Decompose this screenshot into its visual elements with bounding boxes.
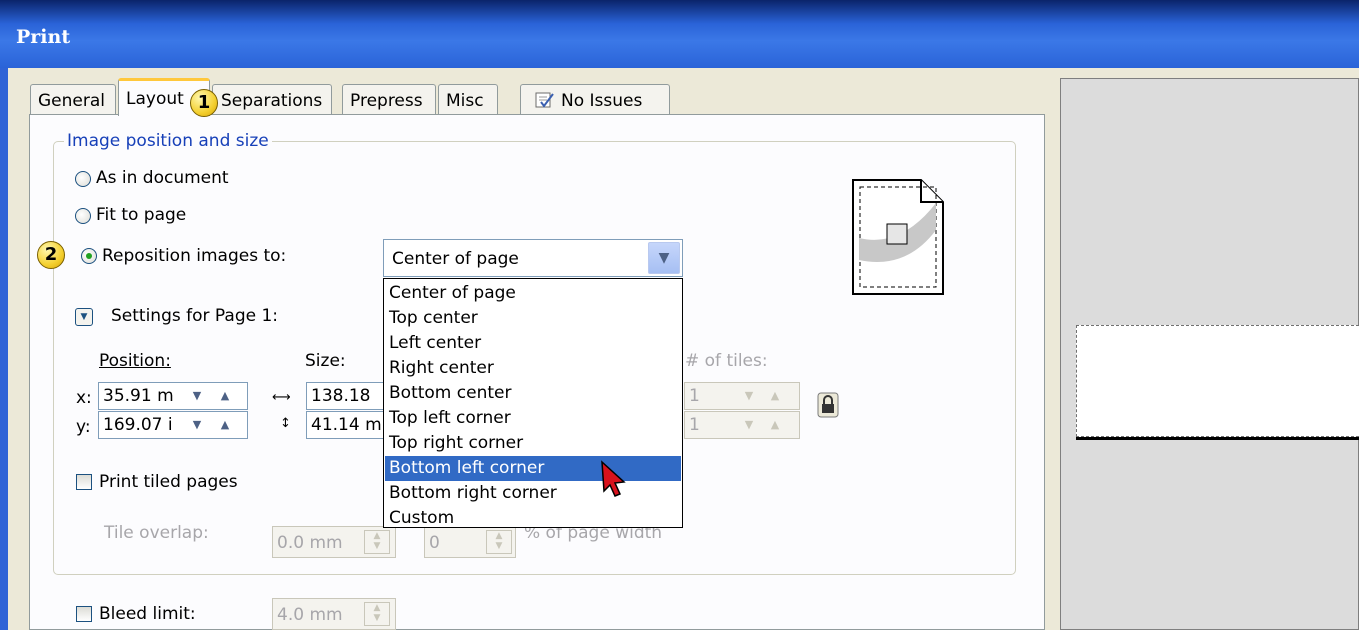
tab-misc[interactable]: Misc: [438, 84, 498, 114]
y-label: y:: [76, 417, 91, 437]
tiles-x-down-icon[interactable]: ▼: [738, 386, 760, 406]
as-in-document-label: As in document: [96, 168, 229, 188]
tile-overlap-label: Tile overlap:: [104, 523, 209, 543]
bleed-limit-checkbox[interactable]: [76, 606, 92, 622]
dropdown-option[interactable]: Custom: [385, 506, 681, 531]
dropdown-option[interactable]: Top left corner: [385, 406, 681, 431]
position-x-down-icon[interactable]: ▼: [186, 386, 208, 406]
tile-percent-value: 0: [429, 533, 440, 553]
tab-prepress-label: Prepress: [350, 91, 423, 111]
reposition-combo[interactable]: Center of page ▼: [383, 239, 683, 277]
dropdown-option[interactable]: Center of page: [385, 281, 681, 306]
settings-expand-icon[interactable]: ▼: [75, 308, 93, 326]
checklist-icon: [535, 91, 555, 109]
tab-general[interactable]: General: [30, 84, 116, 114]
preview-paper: [1076, 325, 1359, 437]
dropdown-option[interactable]: Top center: [385, 306, 681, 331]
x-label: x:: [76, 388, 92, 408]
tiles-label: # of tiles:: [685, 351, 768, 371]
bleed-limit-label: Bleed limit:: [99, 604, 196, 624]
reposition-label: Reposition images to:: [102, 246, 287, 266]
width-arrows-icon: ⟷: [272, 390, 291, 405]
dropdown-option[interactable]: Left center: [385, 331, 681, 356]
size-width-value: 138.18: [311, 386, 371, 406]
fit-to-page-radio[interactable]: [75, 208, 91, 224]
size-height-value: 41.14 m: [311, 415, 382, 435]
bleed-limit-spin-icon[interactable]: ▲ ▼: [364, 602, 390, 626]
position-x-up-icon[interactable]: ▲: [214, 386, 236, 406]
tiles-x-value: 1: [689, 386, 700, 406]
tab-separations[interactable]: Separations: [212, 84, 332, 114]
size-height-field[interactable]: 41.14 m: [306, 411, 386, 439]
group-title: Image position and size: [64, 131, 272, 151]
tiles-x-up-icon[interactable]: ▲: [764, 386, 786, 406]
callout-badge-2: 2: [37, 241, 65, 269]
tab-layout-label: Layout: [126, 89, 184, 109]
reposition-dropdown-list: Center of page Top center Left center Ri…: [383, 278, 683, 528]
size-width-field[interactable]: 138.18: [306, 382, 386, 410]
dropdown-option[interactable]: Top right corner: [385, 431, 681, 456]
tiles-y-value: 1: [689, 415, 700, 435]
tab-prepress[interactable]: Prepress: [342, 84, 436, 114]
mouse-pointer-icon: [598, 458, 628, 498]
bleed-limit-value: 4.0 mm: [277, 605, 343, 625]
chevron-down-icon[interactable]: ▼: [648, 242, 680, 274]
callout-badge-1: 1: [190, 89, 218, 117]
dropdown-option-selected[interactable]: Bottom left corner: [385, 456, 681, 481]
tile-percent-spin-icon[interactable]: ▲ ▼: [486, 530, 512, 554]
as-in-document-radio[interactable]: [75, 171, 91, 187]
settings-label: Settings for Page 1:: [111, 306, 279, 326]
lock-icon[interactable]: [817, 392, 839, 418]
tab-misc-label: Misc: [446, 91, 484, 111]
reposition-radio[interactable]: [81, 248, 97, 264]
tile-overlap-value: 0.0 mm: [277, 533, 343, 553]
print-tiled-label: Print tiled pages: [99, 472, 238, 492]
tab-no-issues-label: No Issues: [561, 91, 643, 111]
position-y-up-icon[interactable]: ▲: [214, 415, 236, 435]
position-y-value: 169.07 i: [103, 415, 173, 435]
window-title: Print: [16, 26, 71, 48]
tab-separations-label: Separations: [221, 91, 323, 111]
position-x-value: 35.91 m: [103, 386, 174, 406]
size-label: Size:: [305, 351, 346, 371]
tab-no-issues[interactable]: No Issues: [520, 84, 670, 114]
position-y-down-icon[interactable]: ▼: [186, 415, 208, 435]
print-tiled-checkbox[interactable]: [76, 474, 92, 490]
page-position-icon: [851, 178, 945, 296]
dropdown-option[interactable]: Bottom center: [385, 381, 681, 406]
reposition-combo-value: Center of page: [392, 249, 519, 269]
tab-general-label: General: [38, 91, 105, 111]
position-label: Position:: [99, 351, 171, 371]
dropdown-option[interactable]: Right center: [385, 356, 681, 381]
tiles-y-up-icon[interactable]: ▲: [764, 415, 786, 435]
fit-to-page-label: Fit to page: [96, 205, 187, 225]
tiles-y-down-icon[interactable]: ▼: [738, 415, 760, 435]
tile-overlap-spin-icon[interactable]: ▲ ▼: [364, 530, 390, 554]
title-bar[interactable]: Print: [0, 0, 1359, 68]
dropdown-option[interactable]: Bottom right corner: [385, 481, 681, 506]
height-arrows-icon: ↕: [280, 416, 291, 431]
